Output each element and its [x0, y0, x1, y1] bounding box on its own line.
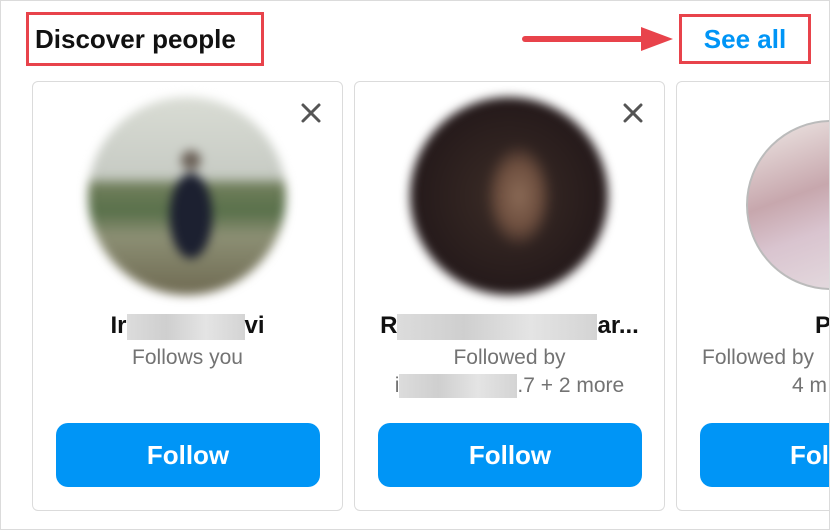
see-all-highlight: See all — [679, 14, 811, 64]
close-icon[interactable] — [298, 100, 324, 126]
mutual-followers: i .7 + 2 more — [355, 374, 664, 399]
discover-people-panel: Discover people See all Ir vi Follows you… — [0, 0, 830, 530]
follow-button[interactable]: Follow — [56, 423, 320, 487]
avatar[interactable] — [88, 97, 286, 295]
follow-button[interactable]: Fol — [700, 423, 829, 487]
name-text-end: ar... — [597, 312, 639, 339]
see-all-link[interactable]: See all — [704, 24, 786, 55]
suggestion-card: Rar... Followed by i .7 + 2 more Follow — [354, 81, 665, 511]
name-text-end: vi — [244, 312, 265, 339]
redacted-text — [399, 374, 518, 399]
suggestion-card: P Followed by 4 m Fol — [676, 81, 829, 511]
follow-button[interactable]: Follow — [378, 423, 642, 487]
mutual-followers: 4 m — [792, 374, 828, 397]
close-icon[interactable] — [620, 100, 646, 126]
follow-context: Followed by — [453, 346, 566, 369]
arrow-right-icon — [522, 27, 673, 51]
suggestion-card: Ir vi Follows you Follow — [32, 81, 343, 511]
profile-name[interactable]: P — [677, 312, 829, 340]
avatar[interactable] — [746, 120, 829, 290]
mutual-text-end: .7 + 2 more — [517, 374, 625, 397]
redacted-text — [126, 313, 245, 340]
follow-context: Follows you — [132, 346, 243, 369]
section-title-highlight: Discover people — [26, 12, 264, 66]
profile-name[interactable]: Ir vi — [33, 312, 342, 340]
name-text-start: R — [380, 312, 398, 339]
avatar[interactable] — [410, 97, 608, 295]
follow-context: Followed by — [702, 346, 815, 369]
section-title: Discover people — [35, 23, 236, 54]
name-text-start: Ir — [110, 312, 127, 339]
redacted-text — [397, 313, 598, 340]
profile-name[interactable]: Rar... — [355, 312, 664, 340]
